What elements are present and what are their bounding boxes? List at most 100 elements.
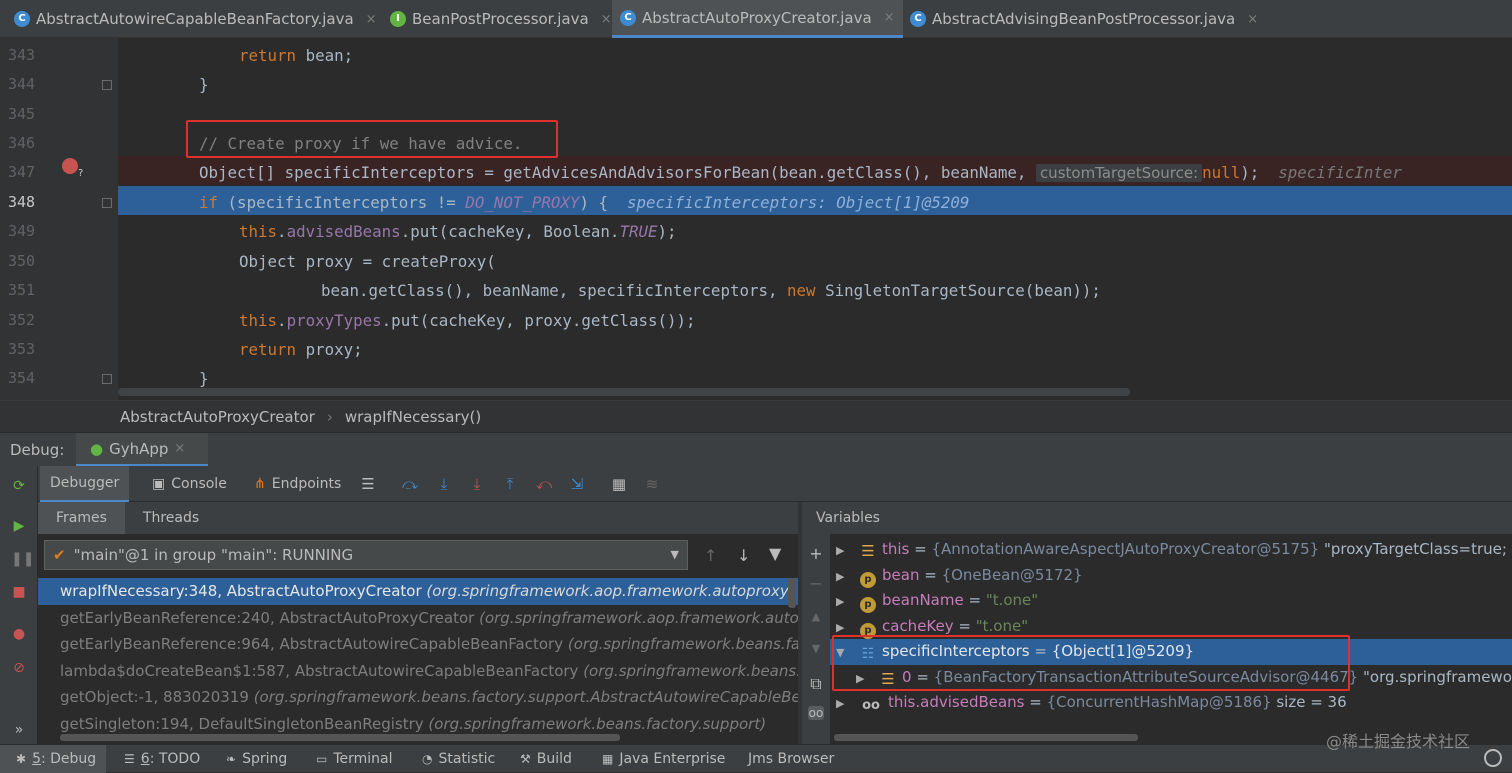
tab-abstract-auto-proxy-creator[interactable]: C AbstractAutoProxyCreator.java × [612, 0, 903, 38]
tab-debugger[interactable]: Debugger [40, 466, 130, 502]
static-constant: DO_NOT_PROXY [465, 193, 580, 212]
add-watch-icon[interactable]: + [808, 544, 824, 563]
more-icon[interactable]: » [11, 722, 27, 738]
fold-marker[interactable] [102, 80, 112, 90]
tab-abstract-advising-bean-post-processor[interactable]: C AbstractAdvisingBeanPostProcessor.java… [902, 0, 1266, 38]
thread-selector[interactable]: ✔ "main"@1 in group "main": RUNNING ▼ [44, 540, 688, 570]
close-icon[interactable]: × [174, 441, 185, 456]
step-out-icon[interactable]: ⤒ [500, 474, 520, 494]
enterprise-icon: ▦ [602, 752, 614, 766]
variable-row[interactable]: ▶ oo this.advisedBeans = {ConcurrentHashMa… [830, 690, 1512, 716]
close-icon[interactable]: × [366, 12, 377, 27]
arrow-up-icon[interactable]: ↑ [704, 546, 717, 565]
evaluate-expression-icon[interactable]: ▦ [609, 474, 629, 494]
frame-row[interactable]: getSingleton:194, DefaultSingletonBeanRe… [38, 711, 798, 733]
tool-spring[interactable]: ❧ Spring [226, 745, 287, 773]
variable-name: this [882, 540, 910, 558]
variables-horizontal-scrollbar[interactable] [834, 734, 1138, 741]
variables-side-toolbar: + − ▲ ▼ ⧉ oo [802, 534, 830, 744]
move-up-icon[interactable]: ▲ [808, 610, 824, 623]
step-over-icon[interactable]: ⤓ [434, 474, 454, 494]
run-to-cursor-icon[interactable]: ⇲ [567, 474, 587, 494]
tab-threads[interactable]: Threads [125, 502, 217, 534]
code-text: Object proxy = createProxy( [239, 252, 496, 271]
fold-marker[interactable] [102, 198, 112, 208]
tool-java-enterprise[interactable]: ▦ Java Enterprise [602, 745, 725, 773]
code-editor[interactable]: 343 344 345 346 347 348 349 350 351 352 … [0, 38, 1512, 400]
keyword: new [787, 281, 816, 300]
tool-terminal[interactable]: ▭ Terminal [316, 745, 393, 773]
code-line-350: Object proxy = createProxy( [118, 247, 1512, 276]
menu-icon[interactable]: ☰ [358, 474, 378, 494]
show-execution-point-icon[interactable]: ⤼ [400, 474, 420, 494]
code-text: proxy; [296, 340, 363, 359]
drop-frame-icon[interactable]: ⤺ [534, 474, 554, 494]
session-name: GyhApp [109, 439, 169, 458]
tab-endpoints[interactable]: ⋔ Endpoints [244, 466, 351, 502]
frames-horizontal-scrollbar[interactable] [60, 734, 620, 741]
copy-icon[interactable]: ⧉ [808, 674, 824, 694]
frames-scrollbar[interactable] [788, 578, 796, 608]
variable-tostring: "proxyTargetClass=true; op [1319, 540, 1512, 558]
parameter-icon: p [860, 571, 876, 588]
line-number: 351 [8, 281, 36, 299]
close-icon[interactable]: × [1247, 12, 1258, 27]
trace-icon[interactable]: ≋ [642, 474, 662, 494]
mute-breakpoints-icon[interactable]: ⊘ [11, 660, 27, 676]
variable-value: {OneBean@5172} [941, 565, 1083, 584]
tool-todo[interactable]: ☰ 6: TODO [124, 745, 200, 773]
variable-row[interactable]: ▶ p beanName = "t.one" [830, 588, 1512, 614]
frame-method: wrapIfNecessary:348, AbstractAutoProxyCr… [60, 582, 422, 600]
code-line-352: this.proxyTypes.put(cacheKey, proxy.getC… [118, 306, 1512, 335]
chevron-right-icon[interactable]: ▶ [836, 564, 850, 589]
rerun-icon[interactable]: ⟳ [11, 478, 27, 494]
resume-icon[interactable]: ▶ [11, 518, 27, 534]
view-breakpoints-icon[interactable]: ● [11, 626, 27, 642]
frame-row[interactable]: lambda$doCreateBean$1:587, AbstractAutow… [38, 658, 798, 685]
frame-package: (org.springframework.aop.framework.autop… [479, 608, 798, 627]
frame-row[interactable]: getObject:-1, 883020319 (org.springframe… [38, 684, 798, 711]
tab-abstract-autowire-capable-bean-factory[interactable]: C AbstractAutowireCapableBeanFactory.jav… [6, 0, 385, 38]
tab-frames[interactable]: Frames [38, 502, 125, 534]
tab-label: AbstractAutowireCapableBeanFactory.java [36, 10, 354, 28]
frame-package: (org.springframework.beans.facto [567, 635, 798, 653]
close-icon[interactable]: × [601, 12, 612, 27]
variable-tostring: "org.springframework. [1362, 667, 1512, 686]
remove-watch-icon[interactable]: − [808, 574, 824, 593]
variable-size: size = 36 [1271, 693, 1347, 711]
variable-row[interactable]: ▶ p bean = {OneBean@5172} [830, 563, 1512, 589]
tool-statistic[interactable]: ◔ Statistic [422, 745, 495, 773]
editor-horizontal-scrollbar[interactable] [118, 388, 1130, 396]
filter-icon[interactable]: ▼ [769, 544, 781, 563]
force-step-into-icon[interactable]: ⤓ [467, 474, 487, 494]
fold-marker[interactable] [102, 374, 112, 384]
chevron-right-icon[interactable]: ▶ [836, 589, 850, 614]
chevron-right-icon[interactable]: ▶ [836, 538, 850, 563]
line-number: 348 [8, 193, 36, 211]
leaf-icon: ❧ [226, 752, 237, 766]
debug-session-tab[interactable]: ● GyhApp × [76, 433, 208, 467]
tool-jms-browser[interactable]: Jms Browser [748, 745, 834, 773]
close-icon[interactable]: × [884, 10, 895, 25]
code-line-349: this.advisedBeans.put(cacheKey, Boolean.… [118, 217, 1512, 246]
event-log-icon[interactable] [1484, 749, 1502, 767]
stop-icon[interactable]: ■ [11, 584, 27, 600]
breadcrumb-class[interactable]: AbstractAutoProxyCreator [120, 408, 315, 426]
frame-row[interactable]: wrapIfNecessary:348, AbstractAutoProxyCr… [38, 578, 798, 605]
breakpoint-icon[interactable] [62, 158, 78, 174]
show-watches-icon[interactable]: oo [808, 706, 824, 720]
tab-console[interactable]: ▣ Console [142, 466, 237, 502]
code-text: ) { [579, 193, 628, 212]
frame-row[interactable]: getEarlyBeanReference:964, AbstractAutow… [38, 631, 798, 658]
chevron-right-icon[interactable]: ▶ [836, 691, 850, 716]
pause-icon[interactable]: ❚❚ [11, 551, 34, 567]
tool-build[interactable]: ⚒ Build [520, 745, 572, 773]
move-down-icon[interactable]: ▼ [808, 642, 824, 655]
inline-value-hint: specificInter [1278, 163, 1402, 182]
tool-debug[interactable]: ✱ 5: Debug [0, 745, 107, 773]
variable-row[interactable]: ▶ ☰ this = {AnnotationAwareAspectJAutoProx… [830, 537, 1512, 563]
arrow-down-icon[interactable]: ↓ [737, 546, 750, 565]
frame-row[interactable]: getEarlyBeanReference:240, AbstractAutoP… [38, 605, 798, 632]
tab-bean-post-processor[interactable]: I BeanPostProcessor.java × [382, 0, 620, 38]
breadcrumb-method[interactable]: wrapIfNecessary() [345, 408, 481, 426]
